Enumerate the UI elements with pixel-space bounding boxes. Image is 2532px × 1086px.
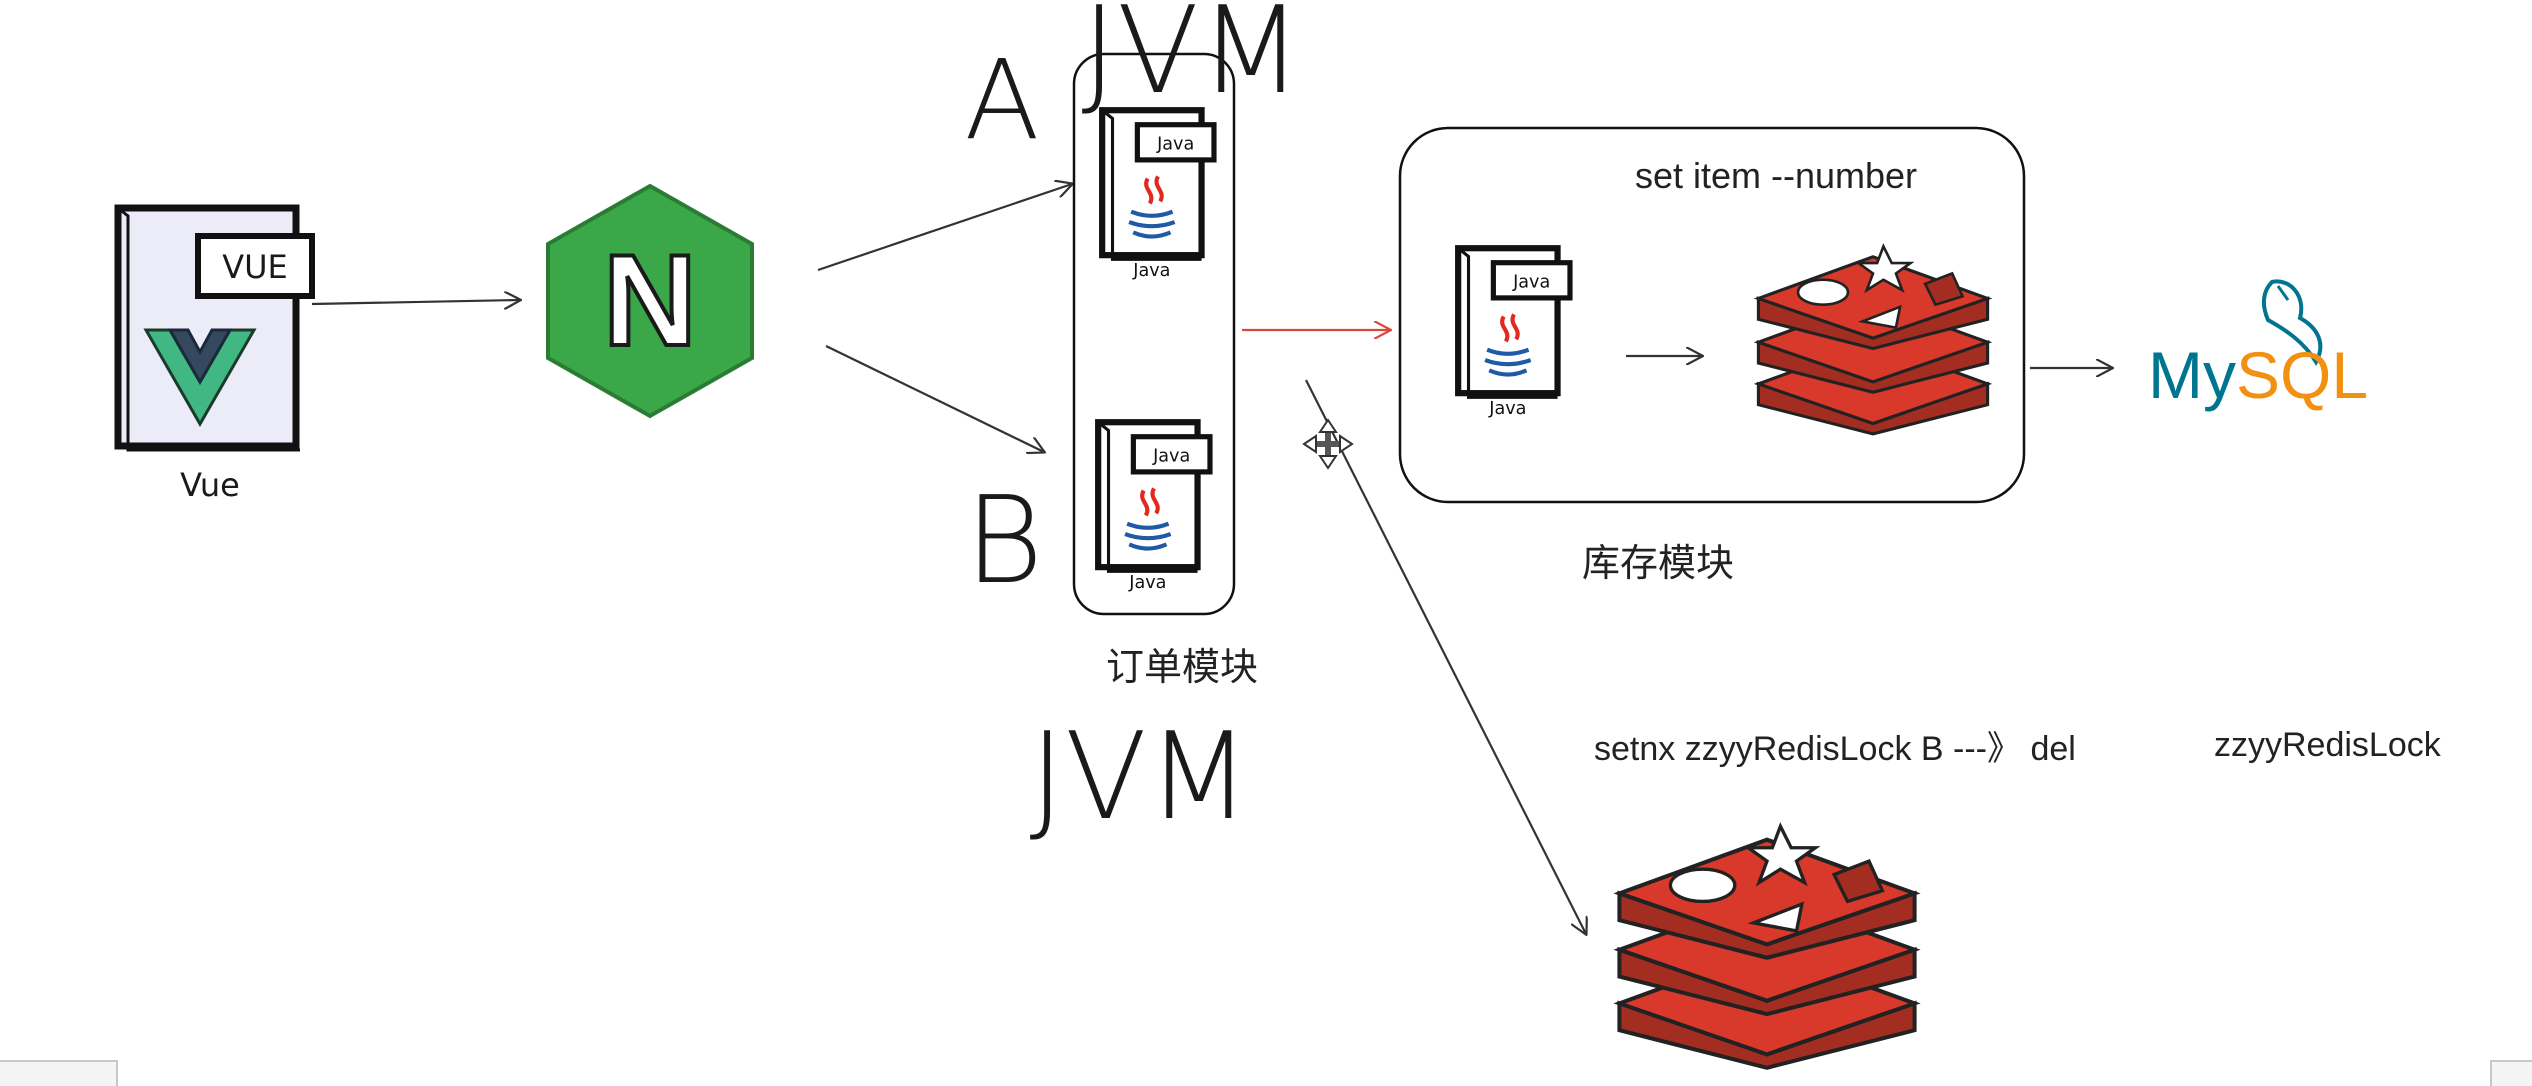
redis-lock-icon <box>1619 826 1914 1068</box>
lock-command-text: setnx zzyyRedisLock B ---》 del <box>1594 730 2076 768</box>
mysql-node: MySQL <box>2148 279 2368 412</box>
order-module-letter-b: B <box>965 472 1044 611</box>
vue-document-icon: VUE <box>114 204 315 452</box>
nginx-letter: N <box>603 227 697 373</box>
jvm-a-title: JVM <box>1081 0 1302 121</box>
move-cursor-icon <box>1302 418 1354 470</box>
java-server-a <box>1102 110 1214 281</box>
arrow-order-to-redis-lock <box>1305 379 1586 934</box>
java-server-stock <box>1458 248 1570 419</box>
arrow-nginx-to-jvm-a <box>817 184 1072 272</box>
lock-key-text: zzyyRedisLock <box>2214 726 2442 764</box>
stock-module-command: set item --number <box>1635 155 1917 196</box>
nginx-node: N <box>546 183 754 419</box>
jvm-a-letter: A <box>964 36 1039 164</box>
bottom-right-corner-widget[interactable] <box>2490 1060 2532 1086</box>
jvm-b-title: JVM <box>1029 708 1250 847</box>
architecture-diagram: Java Java VUE <box>114 0 2442 1086</box>
redis-lock-node: setnx zzyyRedisLock B ---》 del zzyyRedis… <box>1594 726 2442 1068</box>
mysql-logo-text: MySQL <box>2148 338 2368 412</box>
bottom-left-corner-widget[interactable] <box>0 1060 118 1086</box>
order-module-caption: 订单模块 <box>1106 647 1258 689</box>
mysql-logo-my: My <box>2148 338 2236 412</box>
vue-badge-text: VUE <box>222 248 288 286</box>
stock-module-caption: 库存模块 <box>1582 543 1734 585</box>
stock-module: set item --number 库存模块 <box>1398 126 2026 585</box>
mysql-logo-sql: SQL <box>2236 338 2368 412</box>
arrow-nginx-to-jvm-b <box>825 345 1044 452</box>
redis-stock-icon <box>1756 244 1990 436</box>
java-server-b <box>1098 422 1210 593</box>
arrow-vue-to-nginx <box>311 300 520 304</box>
vue-caption: Vue <box>180 466 240 504</box>
vue-node: VUE Vue <box>114 204 315 504</box>
